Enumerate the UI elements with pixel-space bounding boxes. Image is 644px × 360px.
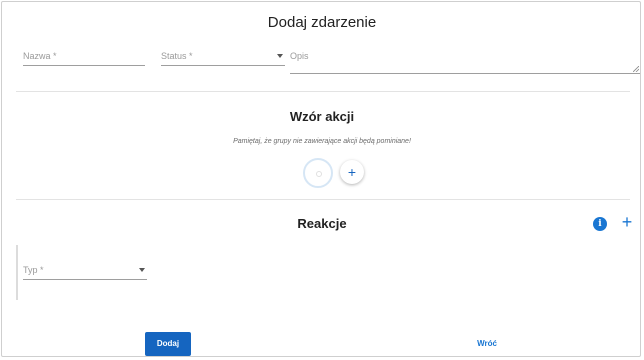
info-glyph: i (598, 219, 602, 229)
status-label: Status * (161, 51, 193, 61)
add-reaction-button[interactable]: + (619, 212, 635, 232)
pattern-title: Wzór akcji (289, 109, 355, 124)
submit-button[interactable]: Dodaj (145, 332, 191, 356)
group-dot-icon (316, 171, 322, 177)
info-icon[interactable]: i (593, 217, 607, 231)
add-action-button[interactable]: + (340, 160, 364, 184)
reaction-group-indicator (16, 245, 18, 300)
divider (16, 91, 630, 92)
back-button[interactable]: Wróć (465, 332, 509, 356)
page-title: Dodaj zdarzenie (267, 14, 377, 31)
name-label: Nazwa * (23, 51, 57, 61)
description-label: Opis (290, 51, 309, 61)
type-select[interactable]: Typ * (23, 261, 147, 280)
status-select[interactable]: Status * (161, 47, 285, 66)
resize-handle-icon[interactable] (633, 66, 639, 72)
plus-icon: + (621, 212, 633, 232)
event-form-card: Dodaj zdarzenie Nazwa * Status * Opis Wz… (1, 1, 641, 357)
pattern-note: Pamiętaj, że grupy nie zawierające akcji… (233, 138, 411, 145)
name-input[interactable]: Nazwa * (23, 47, 145, 66)
action-group-circle[interactable] (303, 158, 333, 188)
type-label: Typ * (23, 265, 44, 275)
plus-icon: + (347, 164, 357, 180)
chevron-down-icon (139, 268, 145, 272)
chevron-down-icon (277, 54, 283, 58)
description-textarea[interactable]: Opis (290, 47, 640, 74)
back-label: Wróć (477, 339, 497, 348)
divider (16, 199, 630, 200)
submit-label: Dodaj (156, 339, 180, 348)
reactions-title: Reakcje (297, 216, 347, 231)
